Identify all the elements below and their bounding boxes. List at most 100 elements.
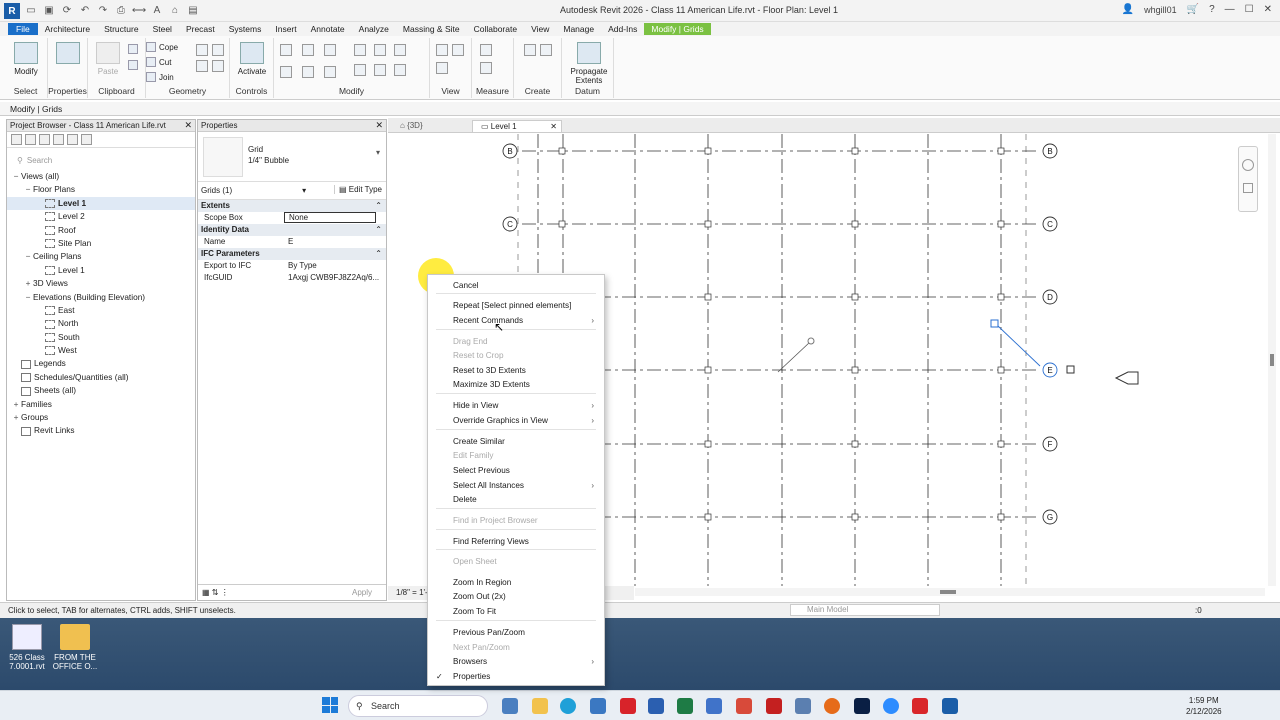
grid-intersection[interactable]: [851, 147, 859, 155]
browser-item[interactable]: Roof: [7, 224, 195, 237]
split-icon[interactable]: [354, 44, 366, 56]
app-icon[interactable]: [795, 698, 811, 714]
pin-icon[interactable]: [374, 64, 386, 76]
trim-icon[interactable]: [374, 44, 386, 56]
steering-wheel-icon[interactable]: [1242, 159, 1254, 171]
geometry-tool-icon[interactable]: [196, 44, 208, 56]
view-scale[interactable]: 1/8" = 1'-: [396, 588, 428, 597]
ifc-guid-field[interactable]: 1Axgj CWB9FJ8Z2Aq/6...: [284, 272, 386, 284]
revit-taskbar-icon[interactable]: [942, 698, 958, 714]
grid-bubble-label[interactable]: C: [507, 220, 513, 229]
edit-type-button[interactable]: ▤ Edit Type: [334, 185, 382, 194]
grid-bubble-label[interactable]: D: [1047, 293, 1053, 302]
geometry-tool-icon[interactable]: [212, 44, 224, 56]
active-model-selector[interactable]: Main Model: [790, 604, 940, 616]
tab-annotate[interactable]: Annotate: [304, 23, 352, 35]
zoom-app-icon[interactable]: [883, 698, 899, 714]
name-field[interactable]: E: [284, 236, 386, 248]
browser-item[interactable]: Site Plan: [7, 237, 195, 250]
move-icon[interactable]: [280, 66, 292, 78]
browser-item[interactable]: +3D Views: [7, 277, 195, 290]
help-icon[interactable]: ?: [1209, 4, 1215, 15]
grid-intersection[interactable]: [851, 513, 859, 521]
acrobat-icon[interactable]: [912, 698, 928, 714]
grid-intersection[interactable]: [851, 366, 859, 374]
menu-item-find-referring-views[interactable]: Find Referring Views: [428, 535, 604, 549]
collapse-icon[interactable]: ⌃: [375, 224, 382, 236]
user-name[interactable]: whgill01: [1144, 5, 1177, 15]
revit-logo-icon[interactable]: R: [4, 3, 20, 19]
chevron-down-icon[interactable]: ▾: [376, 148, 380, 157]
grid-intersection[interactable]: [997, 366, 1005, 374]
app-icon[interactable]: [736, 698, 752, 714]
selection-filter-count[interactable]: :0: [1195, 606, 1202, 615]
desktop-folder-icon[interactable]: FROM THE OFFICE O...: [48, 624, 102, 671]
switch-windows-icon[interactable]: ▤: [186, 3, 200, 17]
app-icon[interactable]: [766, 698, 782, 714]
edge-icon[interactable]: [560, 698, 576, 714]
grid-bubble-label[interactable]: E: [1047, 366, 1052, 375]
maximize-icon[interactable]: ☐: [1245, 4, 1254, 15]
grid-leader[interactable]: [777, 341, 811, 373]
grid-handle[interactable]: [807, 337, 815, 345]
collapse-icon[interactable]: ⌃: [375, 200, 382, 212]
scope-box-field[interactable]: None: [284, 212, 376, 223]
collapse-icon[interactable]: −: [11, 170, 21, 183]
grid-intersection[interactable]: [997, 440, 1005, 448]
grid-intersection[interactable]: [704, 513, 712, 521]
menu-item-select-previous[interactable]: Select Previous: [428, 464, 604, 478]
close-icon[interactable]: ✕: [550, 121, 557, 133]
tab-steel[interactable]: Steel: [146, 23, 179, 35]
scrollbar-thumb[interactable]: [1270, 354, 1274, 366]
browser-item[interactable]: West: [7, 344, 195, 357]
menu-item-zoom-out-2x[interactable]: Zoom Out (2x): [428, 590, 604, 604]
menu-item-override-graphics-in-view[interactable]: Override Graphics in View ›: [428, 414, 604, 428]
collapse-icon[interactable]: −: [23, 250, 33, 263]
horizontal-scrollbar[interactable]: [635, 588, 1265, 596]
scale-icon[interactable]: [354, 64, 366, 76]
taskbar-search[interactable]: ⚲ Search: [348, 695, 488, 717]
expand-icon[interactable]: +: [23, 277, 33, 290]
close-icon[interactable]: ✕: [1264, 4, 1272, 15]
browser-item[interactable]: − Views (all): [7, 170, 195, 183]
redo-icon[interactable]: ↷: [96, 3, 110, 17]
offset-icon[interactable]: [302, 44, 314, 56]
browser-item[interactable]: − Floor Plans: [7, 183, 195, 196]
grid-intersection[interactable]: [558, 147, 566, 155]
grid-intersection[interactable]: [997, 147, 1005, 155]
menu-item-zoom-in-region[interactable]: Zoom In Region: [428, 576, 604, 590]
selected-grid-leader[interactable]: [997, 325, 1041, 367]
create-part-icon[interactable]: [524, 44, 536, 56]
checkbox-icon[interactable]: [1066, 365, 1075, 374]
paste-button[interactable]: Paste: [88, 42, 128, 76]
tab-massing-site[interactable]: Massing & Site: [396, 23, 467, 35]
grid-intersection[interactable]: [997, 220, 1005, 228]
dimension-icon[interactable]: [480, 62, 492, 74]
linework-icon[interactable]: [436, 62, 448, 74]
collapse-icon[interactable]: −: [23, 291, 33, 304]
grid-intersection[interactable]: [704, 440, 712, 448]
grid-intersection[interactable]: [704, 147, 712, 155]
menu-item-cancel[interactable]: Cancel: [428, 279, 604, 293]
browser-item[interactable]: Legends: [7, 357, 195, 370]
store-icon[interactable]: [590, 698, 606, 714]
hide-icon[interactable]: [436, 44, 448, 56]
tab-add-ins[interactable]: Add-Ins: [601, 23, 644, 35]
instance-filter[interactable]: Grids (1) ▾ ▤ Edit Type: [198, 182, 386, 200]
activate-button[interactable]: Activate: [232, 42, 272, 76]
tab-file[interactable]: File: [8, 23, 38, 35]
copy-icon[interactable]: [128, 44, 138, 54]
file-explorer-icon[interactable]: [532, 698, 548, 714]
mirror-icon[interactable]: [324, 44, 336, 56]
delete-icon[interactable]: [394, 64, 406, 76]
rotate-icon[interactable]: [324, 66, 336, 78]
excel-icon[interactable]: [677, 698, 693, 714]
apply-button[interactable]: Apply: [342, 587, 382, 598]
select-dropdown[interactable]: Select: [4, 86, 47, 96]
cart-icon[interactable]: 🛒: [1187, 4, 1199, 15]
section-extents[interactable]: Extents ⌃: [198, 200, 386, 212]
browser-item[interactable]: Schedules/Quantities (all): [7, 371, 195, 384]
grid-intersection[interactable]: [704, 366, 712, 374]
tab-analyze[interactable]: Analyze: [352, 23, 396, 35]
tab-modify-grids[interactable]: Modify | Grids: [644, 23, 711, 35]
